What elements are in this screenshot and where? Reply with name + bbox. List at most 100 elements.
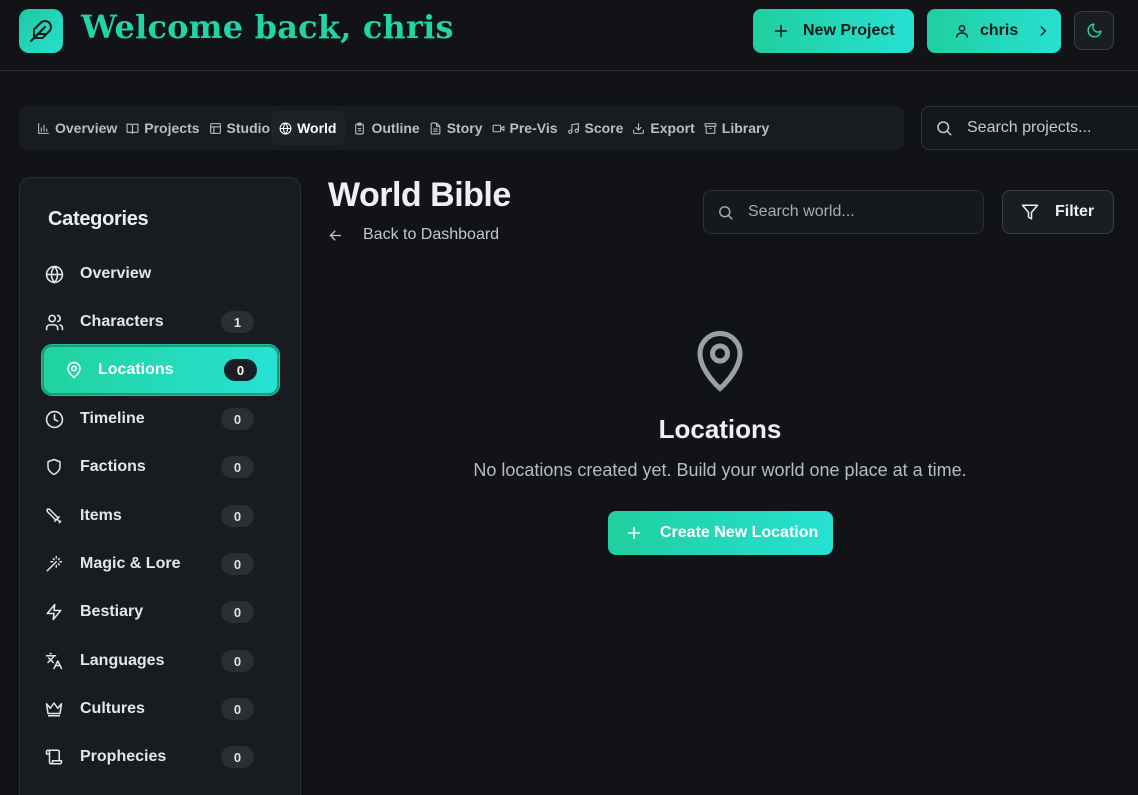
theme-toggle-button[interactable] bbox=[1074, 11, 1114, 50]
category-label: Timeline bbox=[80, 410, 145, 427]
count-badge: 0 bbox=[221, 601, 254, 623]
tab-label: Story bbox=[446, 120, 483, 136]
category-factions[interactable]: Factions 0 bbox=[44, 450, 254, 484]
tab-story[interactable]: Story bbox=[429, 111, 492, 145]
category-label: Locations bbox=[98, 361, 174, 378]
category-items[interactable]: Items 0 bbox=[44, 499, 254, 533]
category-prophecies[interactable]: Prophecies 0 bbox=[44, 740, 254, 774]
languages-icon bbox=[44, 651, 64, 671]
back-label: Back to Dashboard bbox=[363, 226, 500, 243]
arrow-left-icon bbox=[328, 228, 343, 243]
category-label: Languages bbox=[80, 652, 165, 669]
video-icon bbox=[492, 122, 505, 135]
category-label: Items bbox=[80, 507, 122, 524]
tab-studio[interactable]: Studio bbox=[209, 111, 280, 145]
tab-score[interactable]: Score bbox=[567, 111, 633, 145]
tab-previs[interactable]: Pre-Vis bbox=[492, 111, 567, 145]
map-pin-icon bbox=[64, 360, 84, 380]
tab-label: World bbox=[297, 120, 337, 136]
tab-label: Overview bbox=[55, 120, 118, 136]
user-menu-button[interactable]: chris bbox=[927, 9, 1061, 53]
category-overview[interactable]: Overview bbox=[44, 257, 254, 291]
category-label: Bestiary bbox=[80, 603, 144, 620]
sword-icon bbox=[44, 506, 64, 526]
clipboard-icon bbox=[353, 122, 366, 135]
file-text-icon bbox=[429, 122, 442, 135]
chevron-right-icon bbox=[1036, 24, 1050, 38]
feather-logo-icon[interactable] bbox=[19, 9, 63, 53]
map-pin-icon bbox=[690, 327, 750, 395]
tab-world[interactable]: World bbox=[271, 111, 346, 145]
category-bestiary[interactable]: Bestiary 0 bbox=[44, 595, 254, 629]
globe-icon bbox=[44, 264, 64, 284]
filter-icon bbox=[1021, 203, 1039, 221]
tab-export[interactable]: Export bbox=[632, 111, 703, 145]
category-cultures[interactable]: Cultures 0 bbox=[44, 692, 254, 726]
user-name: chris bbox=[980, 22, 1019, 39]
plus-icon bbox=[626, 525, 642, 541]
new-project-label: New Project bbox=[803, 22, 895, 39]
tab-label: Projects bbox=[144, 120, 200, 136]
new-project-button[interactable]: New Project bbox=[753, 9, 914, 53]
bar-chart-icon bbox=[37, 122, 50, 135]
tab-label: Pre-Vis bbox=[509, 120, 558, 136]
filter-label: Filter bbox=[1055, 203, 1095, 220]
plus-icon bbox=[773, 23, 789, 39]
back-to-dashboard-link[interactable]: Back to Dashboard bbox=[328, 226, 499, 244]
empty-state-description: No locations created yet. Build your wor… bbox=[473, 460, 967, 480]
category-locations[interactable]: Locations 0 bbox=[42, 345, 279, 395]
count-badge: 0 bbox=[221, 408, 254, 430]
tab-label: Library bbox=[721, 120, 770, 136]
welcome-heading: Welcome back, chris bbox=[81, 8, 454, 46]
filter-button[interactable]: Filter bbox=[1002, 190, 1114, 234]
category-label: Factions bbox=[80, 458, 146, 475]
music-icon bbox=[567, 122, 580, 135]
count-badge: 1 bbox=[221, 311, 254, 333]
moon-icon bbox=[1086, 22, 1103, 39]
download-icon bbox=[632, 122, 645, 135]
page-title: World Bible bbox=[328, 176, 511, 214]
crown-icon bbox=[44, 699, 64, 719]
category-label: Characters bbox=[80, 313, 164, 330]
layout-icon bbox=[209, 122, 222, 135]
search-icon bbox=[935, 119, 953, 137]
category-timeline[interactable]: Timeline 0 bbox=[44, 402, 254, 436]
count-badge: 0 bbox=[224, 359, 257, 381]
scroll-icon bbox=[44, 747, 64, 767]
tab-label: Studio bbox=[226, 120, 271, 136]
count-badge: 0 bbox=[221, 746, 254, 768]
category-magic-lore[interactable]: Magic & Lore 0 bbox=[44, 547, 254, 581]
category-label: Prophecies bbox=[80, 748, 167, 765]
search-icon bbox=[717, 204, 734, 221]
tab-library[interactable]: Library bbox=[704, 111, 778, 145]
wand-icon bbox=[44, 554, 64, 574]
category-label: Magic & Lore bbox=[80, 555, 181, 572]
zap-icon bbox=[44, 602, 64, 622]
create-location-button[interactable]: Create New Location bbox=[608, 511, 833, 555]
category-languages[interactable]: Languages 0 bbox=[44, 644, 254, 678]
project-search-placeholder: Search projects... bbox=[967, 119, 1092, 136]
category-characters[interactable]: Characters 1 bbox=[44, 305, 254, 339]
count-badge: 0 bbox=[221, 698, 254, 720]
category-label: Cultures bbox=[80, 700, 145, 717]
world-search-placeholder: Search world... bbox=[748, 203, 855, 220]
main-nav: Overview Projects Studio World Outline S… bbox=[19, 106, 904, 150]
world-search-input[interactable]: Search world... bbox=[703, 190, 984, 234]
count-badge: 0 bbox=[221, 553, 254, 575]
empty-state-title: Locations bbox=[658, 414, 782, 444]
tab-label: Outline bbox=[371, 120, 420, 136]
tab-overview[interactable]: Overview bbox=[37, 111, 126, 145]
project-search-input[interactable]: Search projects... bbox=[921, 106, 1138, 150]
category-label: Overview bbox=[80, 265, 152, 282]
globe-icon bbox=[279, 121, 292, 135]
tab-outline[interactable]: Outline bbox=[353, 111, 428, 145]
count-badge: 0 bbox=[221, 456, 254, 478]
clock-icon bbox=[44, 409, 64, 429]
tab-projects[interactable]: Projects bbox=[126, 111, 208, 145]
create-location-label: Create New Location bbox=[660, 524, 819, 541]
tab-label: Score bbox=[584, 120, 624, 136]
book-icon bbox=[126, 122, 139, 135]
app-header: Welcome back, chris New Project chris bbox=[0, 0, 1138, 71]
count-badge: 0 bbox=[221, 505, 254, 527]
users-icon bbox=[44, 312, 64, 332]
